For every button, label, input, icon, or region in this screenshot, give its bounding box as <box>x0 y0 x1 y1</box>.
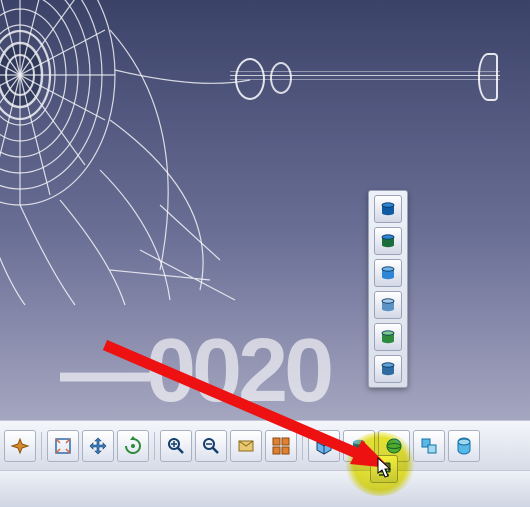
zoom-in-icon <box>166 436 186 456</box>
properties-icon <box>454 436 474 456</box>
multi-view-icon <box>271 436 291 456</box>
shading-no-edges-icon <box>379 264 397 282</box>
wireframe-button[interactable] <box>374 323 402 351</box>
wireframe-icon <box>379 328 397 346</box>
iso-view-icon <box>314 436 334 456</box>
hide-show-icon <box>384 436 404 456</box>
pan-icon <box>88 436 108 456</box>
shaft-end-cap <box>478 53 498 101</box>
toolbar-separator <box>302 432 303 460</box>
shading-no-edges-button[interactable] <box>374 259 402 287</box>
shading-edges-icon <box>379 232 397 250</box>
shading-material-button[interactable] <box>374 291 402 319</box>
toolbar-separator <box>154 432 155 460</box>
customize-view-icon <box>379 360 397 378</box>
wireframe-model <box>0 0 520 310</box>
view-toolbar <box>0 420 530 471</box>
fly-mode-icon <box>10 436 30 456</box>
render-style-icon <box>349 436 369 456</box>
swap-visible-button[interactable] <box>413 430 445 462</box>
viewport-3d[interactable]: —0020 <box>0 0 530 420</box>
status-bar <box>0 470 530 507</box>
hub-ring-small <box>270 62 292 94</box>
properties-button[interactable] <box>448 430 480 462</box>
fit-all-button[interactable] <box>47 430 79 462</box>
swap-visible-icon <box>419 436 439 456</box>
rotate-button[interactable] <box>117 430 149 462</box>
normal-view-icon <box>236 436 256 456</box>
hub-ring <box>235 58 265 100</box>
fit-all-icon <box>53 436 73 456</box>
normal-view-button[interactable] <box>230 430 262 462</box>
shading-material-icon <box>379 296 397 314</box>
view-mode-dropdown-button[interactable] <box>370 455 398 483</box>
customize-view-button[interactable] <box>374 355 402 383</box>
render-style-toolbar <box>368 190 408 388</box>
watermark-text: —0020 <box>60 320 330 423</box>
zoom-in-button[interactable] <box>160 430 192 462</box>
pan-button[interactable] <box>82 430 114 462</box>
multi-view-button[interactable] <box>265 430 297 462</box>
rotate-icon <box>123 436 143 456</box>
zoom-out-icon <box>201 436 221 456</box>
shading-icon <box>379 200 397 218</box>
fly-mode-button[interactable] <box>4 430 36 462</box>
iso-view-button[interactable] <box>308 430 340 462</box>
shading-edges-button[interactable] <box>374 227 402 255</box>
zoom-out-button[interactable] <box>195 430 227 462</box>
shading-button[interactable] <box>374 195 402 223</box>
toolbar-separator <box>41 432 42 460</box>
